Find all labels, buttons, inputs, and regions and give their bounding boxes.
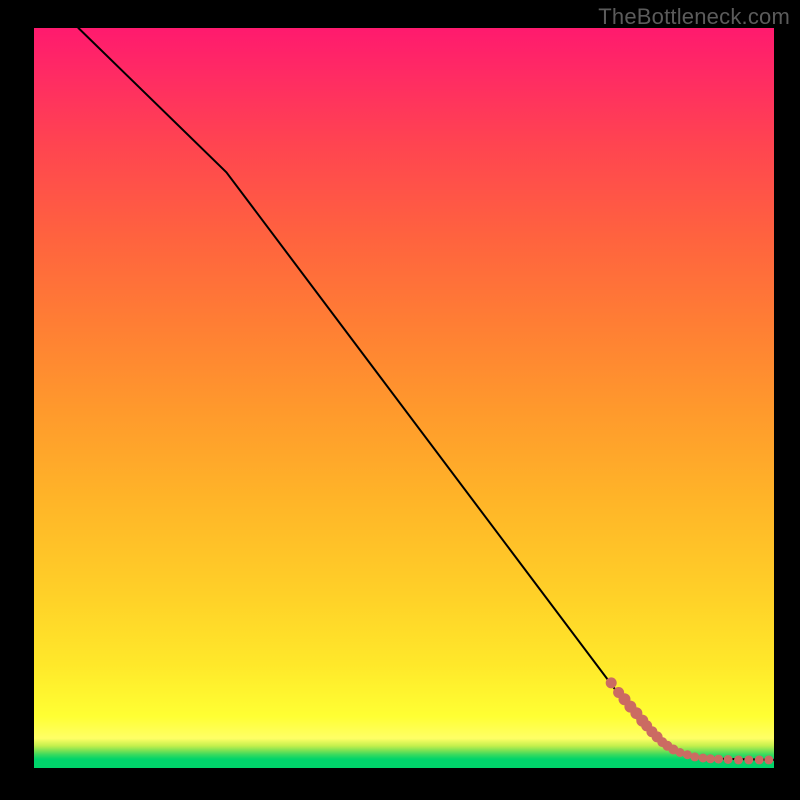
sample-point [714,755,723,764]
sample-point [734,755,743,764]
chart-svg [34,28,774,768]
sample-point [690,752,699,761]
sample-point [706,754,715,763]
watermark-text: TheBottleneck.com [598,4,790,30]
sample-point [755,755,764,764]
plot-area [34,28,774,768]
bottleneck-curve [78,28,774,760]
chart-frame: TheBottleneck.com [0,0,800,800]
sample-points-group [606,677,774,764]
sample-point [744,755,753,764]
sample-point [606,677,617,688]
sample-point [764,755,773,764]
sample-point [724,755,733,764]
